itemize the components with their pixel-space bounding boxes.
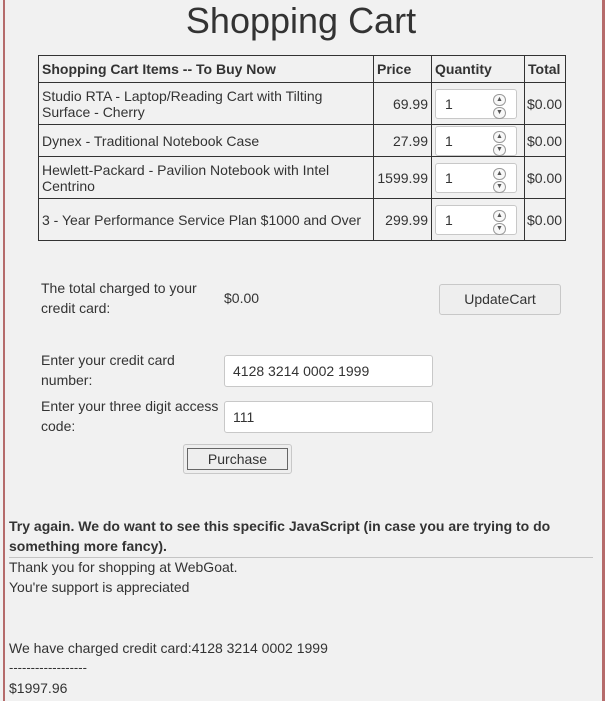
update-cart-button[interactable]: UpdateCart [439, 284, 561, 315]
spinner[interactable]: ▲ ▼ [493, 130, 506, 156]
item-total: $0.00 [524, 124, 566, 157]
table-row: Studio RTA - Laptop/Reading Cart with Ti… [38, 82, 566, 125]
access-code-input[interactable]: 111 [224, 401, 433, 433]
item-name: Studio RTA - Laptop/Reading Cart with Ti… [38, 82, 374, 125]
quantity-value: 1 [445, 132, 453, 149]
access-code-label: Enter your three digit access code: [41, 398, 219, 434]
result-message: Try again. We do want to see this specif… [9, 518, 551, 554]
spinner[interactable]: ▲ ▼ [493, 93, 506, 119]
item-total: $0.00 [524, 156, 566, 199]
quantity-value: 1 [445, 169, 453, 186]
total-charged-label: The total charged to your credit card: [41, 280, 197, 316]
separator-text: ------------------ [9, 660, 87, 675]
chevron-down-icon[interactable]: ▼ [493, 143, 506, 156]
quantity-cell: 1 ▲ ▼ [431, 82, 525, 125]
spinner[interactable]: ▲ ▼ [493, 167, 506, 193]
header-total: Total [524, 55, 566, 83]
page-title: Shopping Cart [185, 0, 417, 41]
chevron-up-icon[interactable]: ▲ [493, 130, 506, 143]
quantity-cell: 1 ▲ ▼ [431, 156, 525, 199]
header-quantity: Quantity [431, 55, 525, 83]
cart-table: Shopping Cart Items -- To Buy Now Price … [38, 55, 566, 241]
item-total: $0.00 [524, 82, 566, 125]
appreciation-text: You're support is appreciated [9, 579, 190, 595]
table-row: Dynex - Traditional Notebook Case 27.99 … [38, 124, 566, 157]
credit-card-input[interactable]: 4128 3214 0002 1999 [224, 355, 433, 387]
chevron-up-icon[interactable]: ▲ [493, 209, 506, 222]
purchase-button[interactable]: Purchase [183, 444, 292, 474]
item-price: 299.99 [373, 198, 432, 241]
spinner[interactable]: ▲ ▼ [493, 209, 506, 235]
table-row: Hewlett-Packard - Pavilion Notebook with… [38, 156, 566, 199]
quantity-stepper[interactable]: 1 ▲ ▼ [435, 88, 517, 119]
header-price: Price [373, 55, 432, 83]
credit-card-label: Enter your credit card number: [41, 352, 175, 388]
chevron-down-icon[interactable]: ▼ [493, 180, 506, 193]
quantity-cell: 1 ▲ ▼ [431, 124, 525, 157]
chevron-down-icon[interactable]: ▼ [493, 106, 506, 119]
quantity-value: 1 [445, 211, 453, 228]
purchase-button-label: Purchase [187, 448, 288, 470]
header-item: Shopping Cart Items -- To Buy Now [38, 55, 374, 83]
page-frame-left [3, 0, 5, 701]
charged-amount: $1997.96 [9, 680, 68, 696]
chevron-up-icon[interactable]: ▲ [493, 167, 506, 180]
item-price: 1599.99 [373, 156, 432, 199]
total-charged-value: $0.00 [224, 290, 260, 306]
thanks-text: Thank you for shopping at WebGoat. [9, 559, 238, 575]
item-price: 69.99 [373, 82, 432, 125]
item-total: $0.00 [524, 198, 566, 241]
chevron-up-icon[interactable]: ▲ [493, 93, 506, 106]
quantity-stepper[interactable]: 1 ▲ ▼ [435, 162, 517, 193]
item-price: 27.99 [373, 124, 432, 157]
table-row: 3 - Year Performance Service Plan $1000 … [38, 198, 566, 241]
chevron-down-icon[interactable]: ▼ [493, 222, 506, 235]
item-name: Dynex - Traditional Notebook Case [38, 124, 374, 157]
item-name: Hewlett-Packard - Pavilion Notebook with… [38, 156, 374, 199]
quantity-cell: 1 ▲ ▼ [431, 198, 525, 241]
cart-header-row: Shopping Cart Items -- To Buy Now Price … [38, 55, 566, 83]
quantity-stepper[interactable]: 1 ▲ ▼ [435, 125, 517, 156]
item-name: 3 - Year Performance Service Plan $1000 … [38, 198, 374, 241]
charged-card-text: We have charged credit card:4128 3214 00… [9, 640, 328, 656]
quantity-value: 1 [445, 95, 453, 112]
quantity-stepper[interactable]: 1 ▲ ▼ [435, 204, 517, 235]
